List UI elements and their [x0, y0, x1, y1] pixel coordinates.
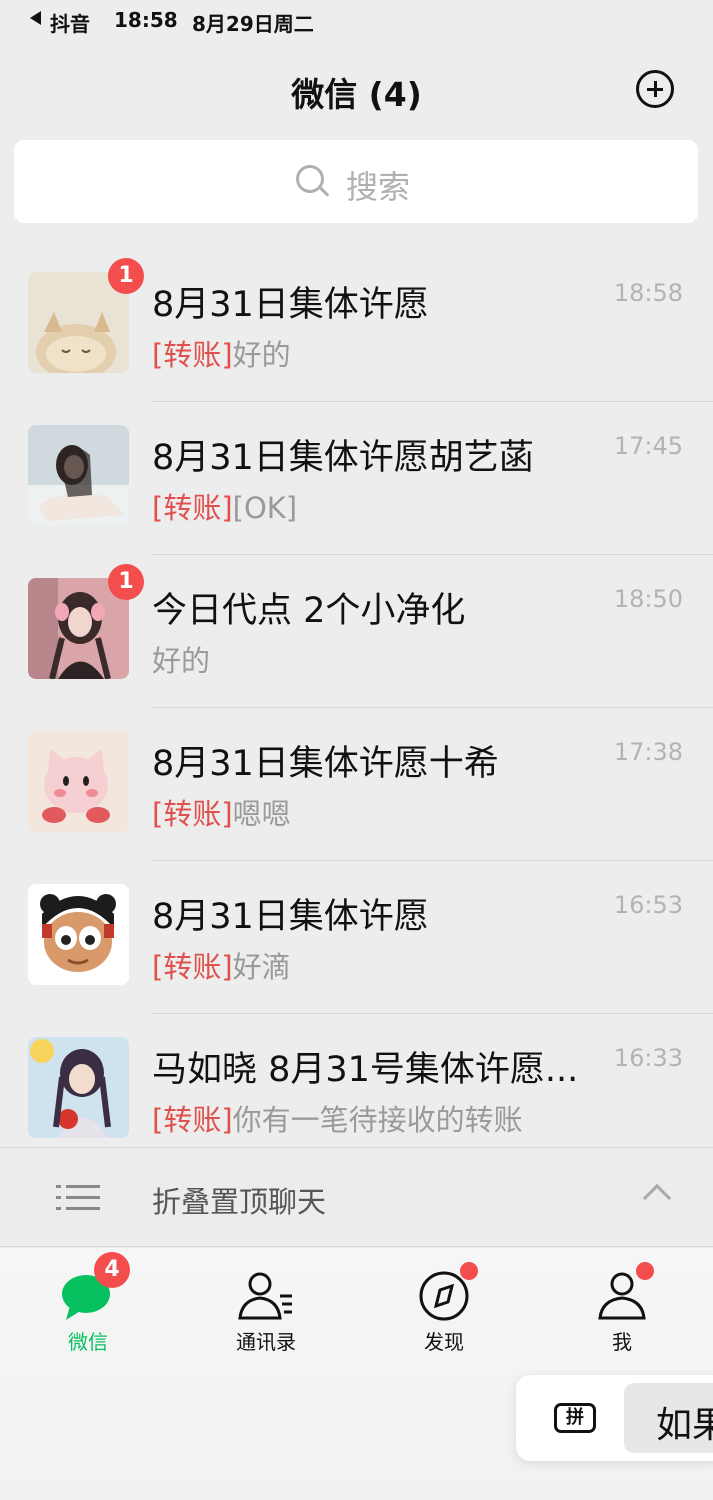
tab-wechat[interactable]: 4 微信: [28, 1252, 148, 1355]
ime-candidate[interactable]: 如果: [624, 1383, 713, 1453]
chat-bubble-icon: 4: [58, 1252, 130, 1324]
chat-message: 好的: [232, 338, 291, 372]
chat-message: 好的: [152, 644, 211, 678]
chat-message: 好滴: [232, 950, 291, 984]
status-time: 18:58: [114, 8, 178, 32]
unread-badge: 1: [108, 258, 144, 294]
tab-badge: 4: [94, 1252, 130, 1288]
chat-item[interactable]: 1 8月31日集体许愿 [转账]好的 18:58: [0, 249, 713, 402]
chat-time: 18:50: [613, 585, 683, 613]
tab-me[interactable]: 我: [562, 1262, 682, 1355]
chat-time: 18:58: [613, 279, 683, 307]
chat-item[interactable]: 8月31日集体许愿 [转账]好滴 16:53: [0, 861, 713, 1014]
page-title: 微信 (4): [291, 75, 422, 114]
chat-item[interactable]: 8月31日集体许愿胡艺菡 [转账][OK] 17:45: [0, 402, 713, 555]
tab-discover[interactable]: 发现: [384, 1262, 504, 1355]
chat-preview: [转账]好滴: [152, 944, 291, 986]
fold-pinned-chats[interactable]: 折叠置顶聊天: [0, 1147, 713, 1247]
chat-name: 今日代点 2个小净化: [152, 591, 466, 631]
candidate-text: 如果: [656, 1405, 713, 1446]
chat-message: 嗯嗯: [232, 797, 291, 831]
chat-message: [OK]: [232, 491, 298, 525]
chevron-up-icon[interactable]: [642, 1183, 672, 1213]
transfer-tag: [转账]: [152, 950, 233, 984]
tab-label: 微信: [68, 1330, 108, 1354]
tab-bar: 4 微信 通讯录 发现 我: [0, 1248, 713, 1500]
transfer-tag: [转账]: [152, 797, 233, 831]
chat-item[interactable]: 马如晓 8月31号集体许愿... [转账]你有一笔待接收的转账 16:33: [0, 1014, 713, 1147]
new-dot: [636, 1262, 654, 1280]
avatar[interactable]: [28, 884, 129, 985]
person-icon: [592, 1262, 654, 1324]
tab-contacts[interactable]: 通讯录: [206, 1268, 326, 1355]
add-plus-icon[interactable]: [636, 70, 674, 108]
status-back-app[interactable]: 抖音: [50, 8, 90, 37]
chat-preview: [转账]好的: [152, 332, 291, 374]
compass-icon: [414, 1262, 478, 1324]
transfer-tag: [转账]: [152, 491, 233, 525]
unread-badge: 1: [108, 564, 144, 600]
search-placeholder: 搜索: [346, 168, 411, 206]
chat-preview: [转账][OK]: [152, 485, 297, 527]
chat-preview: [转账]嗯嗯: [152, 791, 291, 833]
transfer-tag: [转账]: [152, 1103, 233, 1137]
contacts-icon: [236, 1268, 296, 1324]
tab-label: 通讯录: [236, 1330, 296, 1354]
chat-time: 17:38: [613, 738, 683, 766]
transfer-tag: [转账]: [152, 338, 233, 372]
chat-name: 8月31日集体许愿: [152, 897, 429, 937]
avatar[interactable]: [28, 731, 129, 832]
fold-label: 折叠置顶聊天: [152, 1185, 327, 1219]
status-bar: 抖音 18:58 8月29日周二: [0, 0, 713, 44]
tab-label: 发现: [424, 1330, 464, 1354]
keyboard-pinyin-icon[interactable]: 拼: [554, 1403, 596, 1433]
chat-name: 8月31日集体许愿胡艺菡: [152, 438, 534, 478]
chat-time: 17:45: [613, 432, 683, 460]
chat-name: 8月31日集体许愿: [152, 285, 429, 325]
chat-preview: [转账]你有一笔待接收的转账: [152, 1097, 523, 1139]
chat-preview: 好的: [152, 638, 210, 680]
back-arrow-icon[interactable]: [30, 11, 41, 25]
list-icon: [56, 1185, 100, 1210]
chat-time: 16:33: [613, 1044, 683, 1072]
avatar[interactable]: [28, 425, 129, 526]
avatar[interactable]: [28, 1037, 129, 1138]
chat-item[interactable]: 1 今日代点 2个小净化 好的 18:50: [0, 555, 713, 708]
status-date: 8月29日周二: [192, 12, 314, 36]
chat-time: 16:53: [613, 891, 683, 919]
chat-name: 8月31日集体许愿十希: [152, 744, 499, 784]
chat-message: 你有一笔待接收的转账: [232, 1103, 523, 1137]
ime-candidate-bar: 拼 如果: [516, 1375, 713, 1461]
tab-label: 我: [612, 1330, 632, 1354]
chat-item[interactable]: 8月31日集体许愿十希 [转账]嗯嗯 17:38: [0, 708, 713, 861]
new-dot: [460, 1262, 478, 1280]
chat-name: 马如晓 8月31号集体许愿...: [152, 1050, 579, 1090]
